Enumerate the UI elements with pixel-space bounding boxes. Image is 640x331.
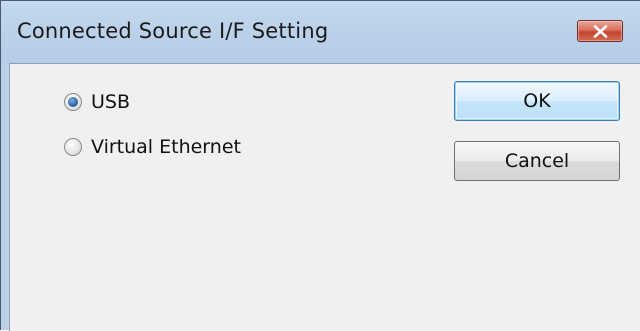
radio-virtual-ethernet-indicator[interactable] <box>64 138 82 156</box>
ok-button[interactable]: OK <box>454 81 620 121</box>
radio-virtual-ethernet[interactable]: Virtual Ethernet <box>64 136 241 158</box>
radio-usb[interactable]: USB <box>64 91 130 113</box>
dialog-body: USB Virtual Ethernet OK Cancel <box>9 63 640 331</box>
close-button[interactable] <box>577 20 623 42</box>
radio-usb-label: USB <box>91 91 131 113</box>
window-title: Connected Source I/F Setting <box>17 19 329 43</box>
radio-usb-indicator[interactable] <box>64 93 82 111</box>
close-icon <box>593 25 608 38</box>
dialog-window: Connected Source I/F Setting USB Virtual… <box>0 0 640 331</box>
radio-virtual-ethernet-label: Virtual Ethernet <box>91 136 241 158</box>
title-bar[interactable]: Connected Source I/F Setting <box>1 1 640 63</box>
cancel-button[interactable]: Cancel <box>454 141 620 181</box>
